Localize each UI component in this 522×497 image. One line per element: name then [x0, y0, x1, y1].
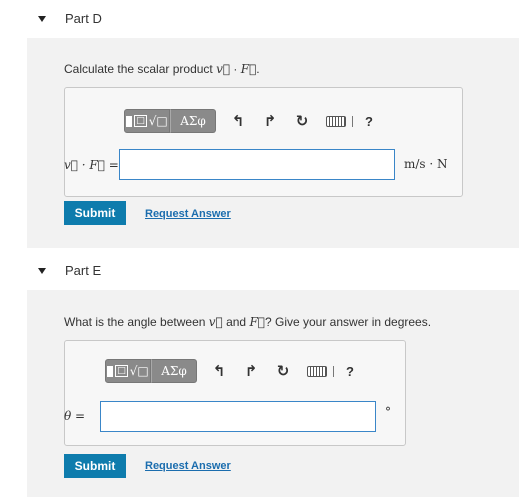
template-root-icon: √□ — [129, 364, 149, 378]
part-d-answer-box — [64, 87, 463, 197]
part-d-title: Part D — [65, 11, 102, 26]
templates-button[interactable]: □ √□ — [124, 109, 170, 133]
template-root-icon: √□ — [148, 114, 168, 128]
toolbar-divider — [333, 365, 334, 377]
undo-icon[interactable]: ↰ — [207, 359, 231, 383]
keyboard-icon[interactable] — [305, 359, 329, 383]
part-d-math-toolbar: □ √□ ΑΣφ ↰ ↱ ↻ ? — [124, 109, 381, 133]
symbols-button[interactable]: ΑΣφ — [151, 359, 197, 383]
template-square-icon — [107, 365, 114, 377]
part-d-request-answer-link[interactable]: Request Answer — [145, 208, 231, 220]
part-d-submit-button[interactable]: Submit — [64, 201, 126, 225]
part-e-title: Part E — [65, 263, 102, 278]
collapse-part-d-icon[interactable] — [38, 16, 46, 22]
part-d-units: m/s · N — [404, 157, 448, 171]
help-button[interactable]: ? — [338, 359, 362, 383]
part-d-answer-input[interactable] — [119, 149, 395, 180]
part-e-lhs-label: θ = — [64, 409, 86, 423]
part-e-units: ° — [385, 405, 391, 419]
toolbar-divider — [352, 115, 353, 127]
vector-v: v⃗ — [216, 62, 231, 76]
template-fraction-icon: □ — [134, 115, 147, 127]
part-e-request-answer-link[interactable]: Request Answer — [145, 460, 231, 472]
part-e-prompt: What is the angle between v⃗ and F⃗? Giv… — [64, 315, 432, 329]
part-d-lhs-label: v⃗ · F⃗ = — [64, 158, 119, 172]
part-e-submit-button[interactable]: Submit — [64, 454, 126, 478]
templates-button[interactable]: □ √□ — [105, 359, 151, 383]
redo-icon[interactable]: ↱ — [258, 109, 282, 133]
keyboard-icon[interactable] — [324, 109, 348, 133]
symbols-button[interactable]: ΑΣφ — [170, 109, 216, 133]
reset-icon[interactable]: ↻ — [290, 109, 314, 133]
vector-f: F⃗ — [249, 315, 265, 329]
reset-icon[interactable]: ↻ — [271, 359, 295, 383]
template-square-icon — [126, 115, 133, 127]
part-e-answer-input[interactable] — [100, 401, 376, 432]
undo-icon[interactable]: ↰ — [226, 109, 250, 133]
part-d-prompt: Calculate the scalar product v⃗ · F⃗. — [64, 62, 260, 76]
vector-f: F⃗ — [240, 62, 257, 76]
help-button[interactable]: ? — [357, 109, 381, 133]
part-e-math-toolbar: □ √□ ΑΣφ ↰ ↱ ↻ ? — [105, 359, 362, 383]
collapse-part-e-icon[interactable] — [38, 268, 46, 274]
template-fraction-icon: □ — [115, 365, 128, 377]
vector-v: v⃗ — [208, 315, 223, 329]
redo-icon[interactable]: ↱ — [239, 359, 263, 383]
